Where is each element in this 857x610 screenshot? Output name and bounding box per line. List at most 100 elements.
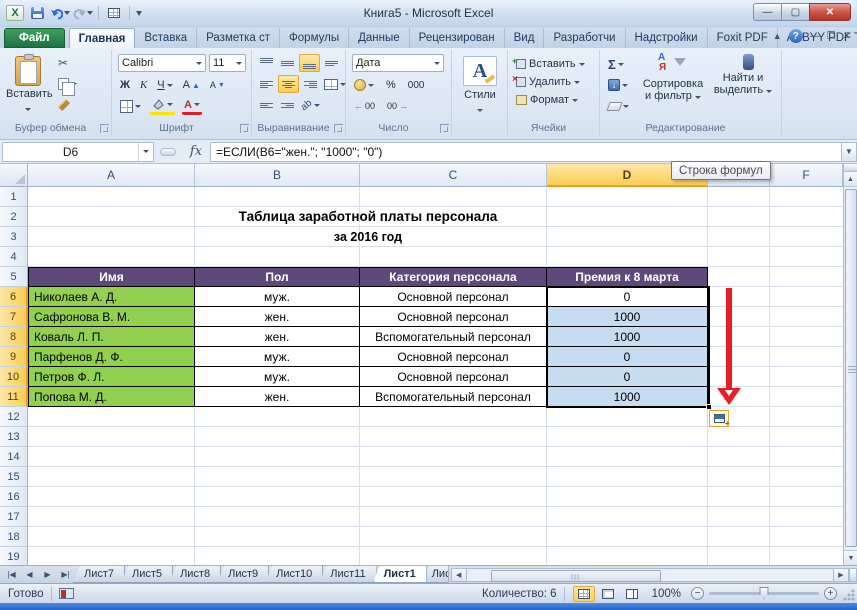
find-select-button[interactable]: Найти ивыделить: [712, 54, 774, 96]
column-header-B[interactable]: B: [195, 164, 360, 187]
row-header-17[interactable]: 17: [0, 507, 28, 527]
merge-center-button[interactable]: [322, 75, 348, 93]
first-sheet-icon[interactable]: |◀: [3, 568, 20, 582]
column-header-C[interactable]: C: [360, 164, 547, 187]
clipboard-dialog-launcher[interactable]: [100, 124, 109, 133]
cell-c8[interactable]: Вспомогательный персонал: [360, 327, 547, 347]
italic-button[interactable]: К: [138, 76, 149, 94]
cell-b11[interactable]: жен.: [195, 387, 360, 407]
header-category[interactable]: Категория персонала: [360, 267, 547, 287]
cell-d11[interactable]: 1000: [547, 387, 708, 407]
sheet-tab-Лист11[interactable]: Лист11: [319, 566, 376, 583]
currency-button[interactable]: [352, 76, 376, 94]
vertical-scroll-thumb[interactable]: [845, 189, 857, 547]
wrap-text-button[interactable]: [322, 54, 341, 72]
font-dialog-launcher[interactable]: [240, 124, 249, 133]
zoom-track[interactable]: [709, 592, 819, 595]
row-header-3[interactable]: 3: [0, 227, 28, 247]
format-painter-button[interactable]: [56, 96, 79, 114]
row-header-7[interactable]: 7: [0, 307, 28, 327]
align-middle-button[interactable]: [278, 54, 297, 72]
formula-bar-resize-handle[interactable]: [160, 148, 176, 156]
doc-minimize-icon[interactable]: —: [810, 31, 820, 42]
sheet-tab-Лист9[interactable]: Лист9: [217, 566, 269, 583]
decrease-indent-button[interactable]: [257, 96, 276, 114]
cell-b9[interactable]: муж.: [195, 347, 360, 367]
row-header-14[interactable]: 14: [0, 447, 28, 467]
cell-b8[interactable]: жен.: [195, 327, 360, 347]
insert-cells-button[interactable]: Вставить: [516, 55, 585, 73]
ribbon-tab-Надстройки[interactable]: Надстройки: [626, 28, 708, 48]
row-header-2[interactable]: 2: [0, 207, 28, 227]
align-right-button[interactable]: [301, 75, 320, 93]
sheet-tab-Лист8[interactable]: Лист8: [169, 566, 221, 583]
cell-d8[interactable]: 1000: [547, 327, 708, 347]
page-layout-button[interactable]: [597, 586, 619, 602]
cell-a7[interactable]: Сафронова В. М.: [28, 307, 195, 327]
align-top-button[interactable]: [257, 54, 276, 72]
ribbon-tab-Рецензирован[interactable]: Рецензирован: [410, 28, 505, 48]
cell-b7[interactable]: жен.: [195, 307, 360, 327]
row-header-4[interactable]: 4: [0, 247, 28, 267]
horizontal-scrollbar[interactable]: ◀ ▶: [451, 566, 857, 583]
row-header-10[interactable]: 10: [0, 367, 28, 387]
row-header-1[interactable]: 1: [0, 187, 28, 207]
cell-d7[interactable]: 1000: [547, 307, 708, 327]
font-size-select[interactable]: 11: [209, 54, 246, 72]
shrink-font-button[interactable]: А▼: [208, 76, 227, 94]
horizontal-scroll-track[interactable]: [467, 568, 833, 582]
prev-sheet-icon[interactable]: ◀: [21, 568, 38, 582]
row-header-13[interactable]: 13: [0, 427, 28, 447]
number-dialog-launcher[interactable]: [440, 124, 449, 133]
cell-c11[interactable]: Вспомогательный персонал: [360, 387, 547, 407]
header-name[interactable]: Имя: [28, 267, 195, 287]
grow-font-button[interactable]: А▲: [181, 76, 202, 94]
expand-formula-bar-icon[interactable]: ▼: [841, 142, 857, 162]
cell-c9[interactable]: Основной персонал: [360, 347, 547, 367]
scroll-left-icon[interactable]: ◀: [451, 568, 467, 582]
macro-record-icon[interactable]: [59, 588, 74, 599]
row-header-19[interactable]: 19: [0, 547, 28, 567]
sheet-tab-Лист5[interactable]: Лист5: [121, 566, 173, 583]
increase-decimal-button[interactable]: ←00: [352, 97, 377, 115]
align-center-button[interactable]: [278, 75, 299, 93]
ribbon-tab-Foxit PDF[interactable]: Foxit PDF: [708, 28, 778, 48]
column-header-F[interactable]: F: [770, 164, 843, 187]
paste-button[interactable]: Вставить: [6, 54, 50, 120]
cell-b10[interactable]: муж.: [195, 367, 360, 387]
clear-button[interactable]: [606, 97, 631, 115]
cell-c10[interactable]: Основной персонал: [360, 367, 547, 387]
sort-filter-button[interactable]: А Я Сортировкаи фильтр: [640, 54, 706, 102]
sheet-tab-Лист7[interactable]: Лист7: [73, 566, 125, 583]
collapse-ribbon-icon[interactable]: ▲: [773, 31, 782, 41]
zoom-out-button[interactable]: −: [691, 587, 704, 600]
cut-button[interactable]: ✂: [56, 54, 79, 72]
last-sheet-icon[interactable]: ▶|: [57, 568, 74, 582]
horizontal-scroll-thumb[interactable]: [491, 570, 661, 582]
autofill-options-button[interactable]: [709, 410, 729, 427]
ribbon-tab-Файл[interactable]: Файл: [4, 28, 65, 48]
header-bonus[interactable]: Премия к 8 марта: [547, 267, 708, 287]
header-gender[interactable]: Пол: [195, 267, 360, 287]
font-color-button[interactable]: А: [182, 97, 202, 115]
name-box-dropdown-icon[interactable]: [138, 143, 153, 161]
cell-a6[interactable]: Николаев А. Д.: [28, 287, 195, 307]
vertical-split-handle[interactable]: [844, 164, 857, 172]
horizontal-split-handle[interactable]: [849, 568, 857, 582]
delete-cells-button[interactable]: Удалить: [516, 73, 585, 91]
scroll-up-icon[interactable]: ▲: [844, 172, 857, 187]
row-header-12[interactable]: 12: [0, 407, 28, 427]
thousands-button[interactable]: 000: [406, 76, 427, 94]
ribbon-tab-Главная[interactable]: Главная: [69, 28, 136, 48]
page-break-button[interactable]: [621, 586, 643, 602]
ribbon-tab-Разметка ст[interactable]: Разметка ст: [197, 28, 280, 48]
scroll-down-icon[interactable]: ▼: [844, 550, 857, 565]
cell-d10[interactable]: 0: [547, 367, 708, 387]
row-header-11[interactable]: 11: [0, 387, 28, 407]
vertical-scrollbar[interactable]: ▲ ▼: [843, 164, 857, 565]
zoom-level[interactable]: 100%: [652, 588, 681, 600]
cell-d6-active[interactable]: 0: [547, 287, 708, 307]
next-sheet-icon[interactable]: ▶: [39, 568, 56, 582]
alignment-dialog-launcher[interactable]: [334, 124, 343, 133]
column-header-A[interactable]: A: [28, 164, 195, 187]
